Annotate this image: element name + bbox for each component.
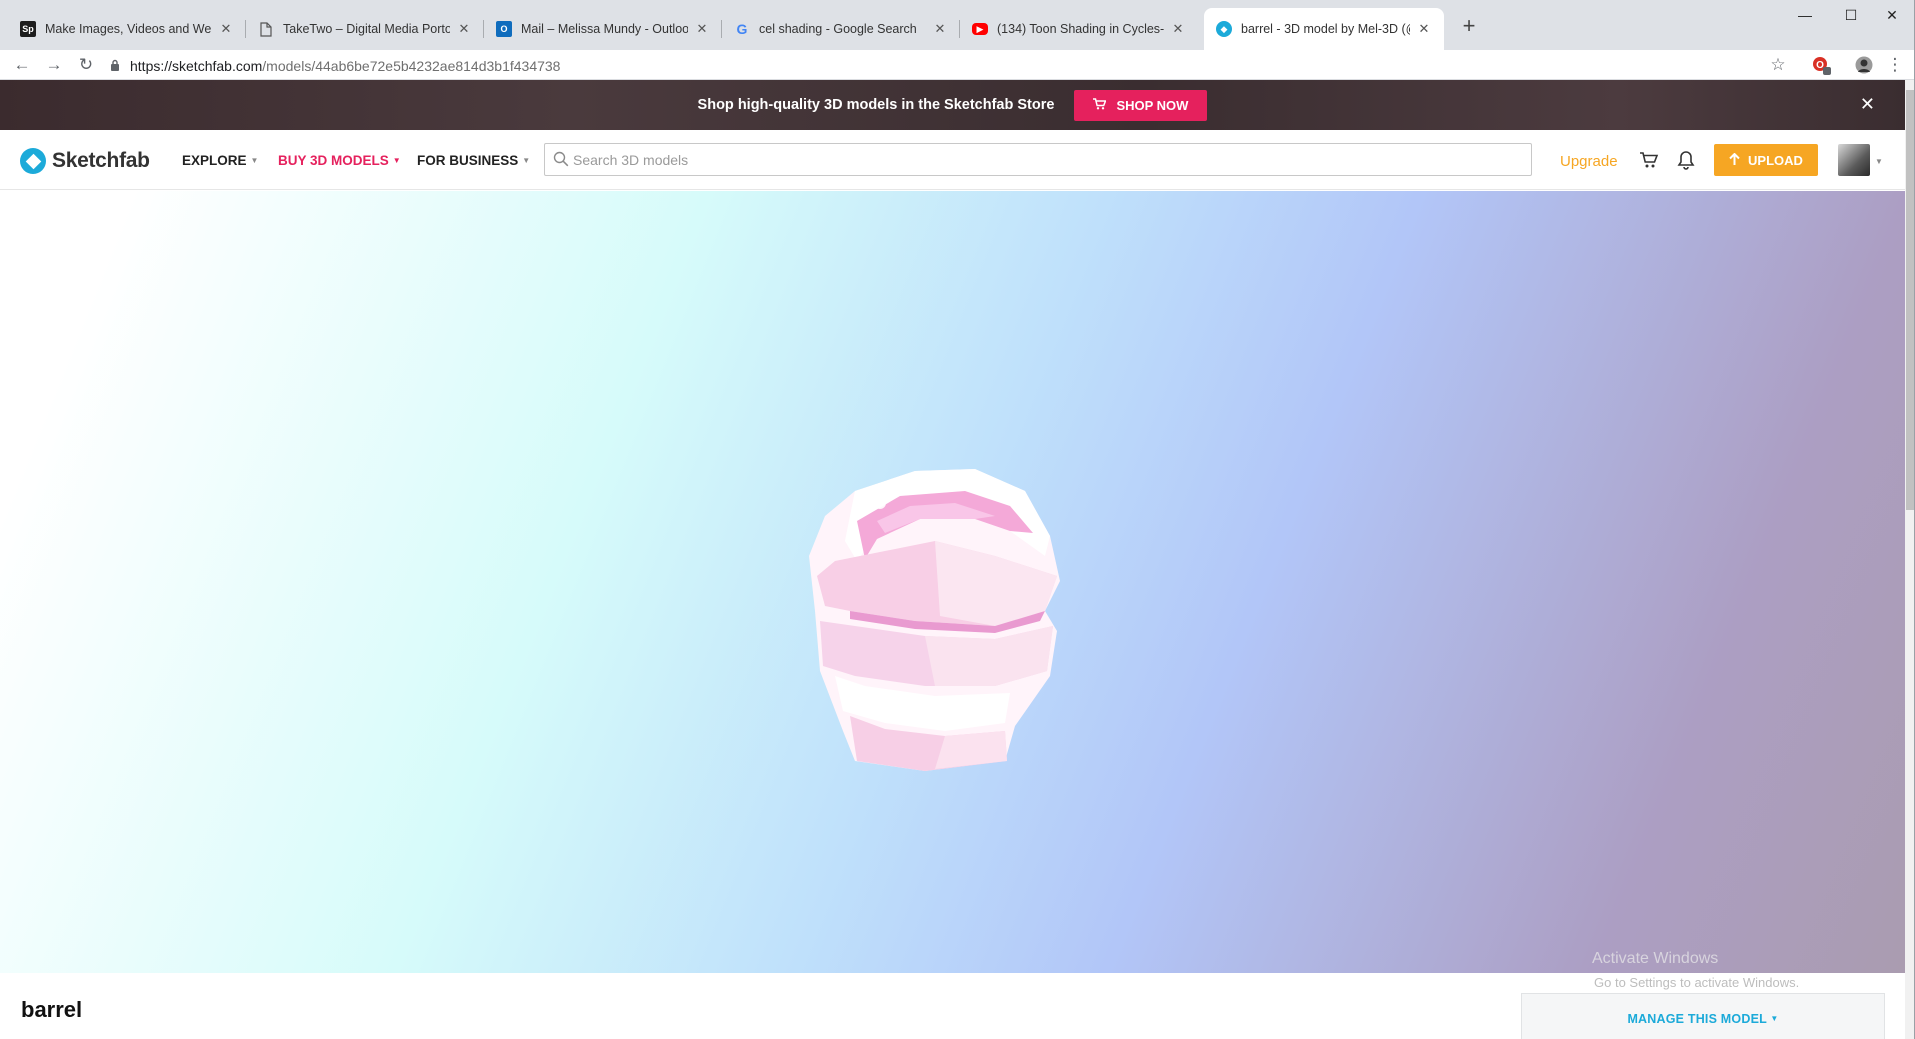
manage-model-panel: MANAGE THIS MODEL ▼ [1521,993,1885,1039]
barrel-3d-model[interactable] [795,461,1085,781]
google-favicon-icon: G [736,21,748,37]
forward-arrow-icon[interactable]: → [40,50,68,80]
browser-tab[interactable]: Sp Make Images, Videos and Web St ✕ [8,8,246,50]
browser-tab[interactable]: TakeTwo – Digital Media Portolio ✕ [246,8,484,50]
upgrade-link[interactable]: Upgrade [1560,153,1618,170]
profile-avatar-icon[interactable] [1851,53,1877,77]
address-toolbar: ← → ↻ https://sketchfab.com/models/44ab6… [0,50,1915,80]
nav-explore-label: EXPLORE [182,153,247,168]
sketchfab-logo-icon [20,148,46,174]
manage-model-button[interactable]: MANAGE THIS MODEL ▼ [1522,1012,1884,1026]
nav-business-label: FOR BUSINESS [417,153,519,168]
browser-tab[interactable]: G cel shading - Google Search ✕ [722,8,960,50]
notification-bell-icon[interactable] [1673,148,1699,172]
logo-text: Sketchfab [52,149,150,172]
browser-tab[interactable]: ▶ (134) Toon Shading in Cycles-- W ✕ [960,8,1198,50]
nav-explore[interactable]: EXPLORE ▼ [182,153,258,168]
url-host: https://sketchfab.com [130,58,263,74]
activate-windows-watermark: Go to Settings to activate Windows. [1594,975,1800,990]
tab-title: barrel - 3D model by Mel-3D (@M [1241,22,1410,36]
chevron-down-icon[interactable]: ▼ [1875,157,1883,166]
new-tab-button[interactable]: + [1454,13,1484,39]
store-promo-banner: Shop high-quality 3D models in the Sketc… [0,80,1905,130]
3d-model-viewer[interactable] [0,191,1905,973]
manage-model-label: MANAGE THIS MODEL [1627,1012,1767,1026]
tab-title: TakeTwo – Digital Media Portolio [283,22,450,36]
back-arrow-icon[interactable]: ← [8,50,36,80]
user-avatar[interactable] [1838,144,1870,176]
search-input[interactable]: Search 3D models [544,143,1532,176]
search-placeholder: Search 3D models [573,151,689,168]
nav-buy-3d-models[interactable]: BUY 3D MODELS ▼ [278,153,401,168]
outlook-favicon-icon: O [496,21,512,37]
model-title: barrel [21,997,83,1022]
youtube-favicon-icon: ▶ [972,23,988,35]
tab-title: cel shading - Google Search [759,22,917,36]
chevron-down-icon: ▼ [250,156,259,165]
close-tab-icon[interactable]: ✕ [456,21,472,37]
site-header: Sketchfab EXPLORE ▼ BUY 3D MODELS ▼ FOR BU… [0,130,1905,190]
extension-icon[interactable]: O [1808,53,1834,77]
cart-icon[interactable] [1636,148,1662,172]
upload-button[interactable]: UPLOAD [1714,144,1818,176]
close-tab-icon[interactable]: ✕ [932,21,948,37]
tab-title: Mail – Melissa Mundy - Outlook [521,22,688,36]
close-tab-icon[interactable]: ✕ [218,21,234,37]
chevron-down-icon: ▼ [392,156,401,165]
upload-arrow-icon [1729,152,1740,168]
lock-icon [110,59,120,74]
sketchfab-logo[interactable]: Sketchfab [20,148,150,174]
browser-menu-icon[interactable]: ⋮ [1885,53,1905,77]
browser-tab-active[interactable]: ◆ barrel - 3D model by Mel-3D (@M ✕ [1204,8,1444,50]
chevron-down-icon: ▼ [522,156,531,165]
browser-tab-strip: Sp Make Images, Videos and Web St ✕ Take… [0,0,1915,50]
activate-windows-heading: Activate Windows [1592,950,1719,967]
promo-text: Shop high-quality 3D models in the Sketc… [697,97,1055,113]
maximize-button[interactable]: ☐ [1828,0,1874,30]
search-icon [553,151,569,167]
browser-tab[interactable]: O Mail – Melissa Mundy - Outlook ✕ [484,8,722,50]
scrollbar-thumb[interactable] [1906,90,1914,510]
nav-for-business[interactable]: FOR BUSINESS ▼ [417,153,530,168]
bookmark-star-icon[interactable]: ☆ [1765,53,1791,77]
cart-icon [1093,97,1108,113]
close-promo-icon[interactable]: ✕ [1860,94,1875,115]
tab-title: (134) Toon Shading in Cycles-- W [997,22,1164,36]
url-path: /models/44ab6be72e5b4232ae814d3b1f434738 [262,58,561,74]
close-tab-icon[interactable]: ✕ [694,21,710,37]
close-tab-icon[interactable]: ✕ [1170,21,1186,37]
reload-icon[interactable]: ↻ [72,50,100,80]
shop-now-label: SHOP NOW [1116,97,1189,113]
sketchfab-favicon-icon: ◆ [1216,21,1232,37]
tab-title: Make Images, Videos and Web St [45,22,212,36]
svg-text:O: O [1816,60,1824,71]
chevron-down-icon: ▼ [1770,1014,1779,1023]
spark-favicon-icon: Sp [20,21,36,37]
document-favicon-icon [258,21,274,37]
minimize-button[interactable]: — [1782,0,1828,30]
upload-label: UPLOAD [1748,152,1803,168]
close-tab-icon[interactable]: ✕ [1416,21,1432,37]
close-window-button[interactable]: ✕ [1869,0,1915,30]
shop-now-button[interactable]: SHOP NOW [1074,89,1208,121]
nav-buy-label: BUY 3D MODELS [278,153,389,168]
web-page: Shop high-quality 3D models in the Sketc… [0,80,1905,1039]
url-field[interactable]: https://sketchfab.com/models/44ab6be72e5… [110,57,560,75]
